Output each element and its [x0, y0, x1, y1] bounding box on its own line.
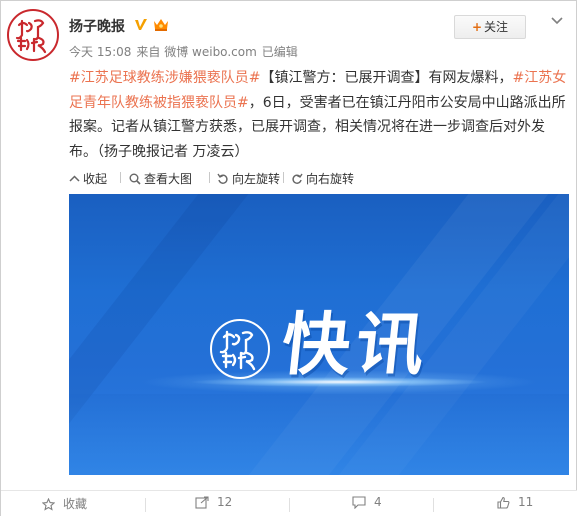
repost-button[interactable]: 12: [195, 495, 232, 515]
repost-count: 12: [217, 495, 233, 509]
view-large-button[interactable]: 查看大图: [129, 170, 192, 187]
star-icon: [41, 497, 56, 511]
divider: [120, 172, 121, 183]
post-text: #江苏足球教练涉嫌猥亵队员#【镇江警方：已展开调查】有网友爆料，#江苏女足青年队…: [69, 66, 569, 164]
weibo-post-card: 扬子晚报 今天 15:08 来自 微博 weibo.com 已编辑 + 关注 #江苏足…: [0, 0, 577, 516]
collapse-button[interactable]: 收起: [69, 170, 107, 187]
account-name[interactable]: 扬子晚报: [69, 16, 125, 36]
image-title: 快讯: [277, 306, 435, 385]
divider: [145, 498, 146, 512]
chevron-down-icon[interactable]: [550, 15, 564, 27]
rotate-right-icon: [292, 173, 303, 184]
favorite-label: 收藏: [63, 497, 88, 511]
divider: [433, 498, 434, 512]
yangzi-logo-icon: [15, 19, 47, 54]
divider: [289, 498, 290, 512]
follow-button[interactable]: + 关注: [454, 15, 526, 39]
collapse-icon: [69, 175, 80, 182]
comment-button[interactable]: 4: [352, 495, 382, 515]
topic-link[interactable]: #江苏足球教练涉嫌猥亵队员#: [69, 70, 260, 86]
favorite-button[interactable]: 收藏: [41, 495, 88, 515]
repost-icon: [195, 496, 209, 509]
like-button[interactable]: 11: [497, 495, 533, 515]
avatar[interactable]: [7, 9, 59, 61]
post-image[interactable]: 快讯: [69, 194, 569, 475]
image-floor: [69, 394, 569, 475]
like-count: 11: [518, 495, 534, 509]
divider: [283, 172, 284, 183]
comment-count: 4: [374, 495, 382, 509]
post-meta: 今天 15:08 来自 微博 weibo.com 已编辑: [69, 43, 303, 60]
verified-v-icon: [135, 19, 147, 30]
collapse-label: 收起: [83, 172, 108, 186]
rotate-left-icon: [217, 173, 228, 184]
rotate-left-button[interactable]: 向左旋转: [217, 170, 280, 187]
post-text-part: 【镇江警方：已展开调查】有网友爆料，: [260, 70, 513, 86]
yangzi-image-logo-icon: [210, 319, 270, 379]
rotate-left-label: 向左旋转: [232, 172, 281, 186]
follow-label: 关注: [484, 20, 509, 34]
divider: [209, 172, 210, 183]
crown-icon[interactable]: [152, 16, 170, 32]
rotate-right-label: 向右旋转: [306, 172, 355, 186]
comment-icon: [352, 496, 366, 510]
action-bar: 收藏 12 4 11: [1, 490, 577, 516]
post-time[interactable]: 今天 15:08: [69, 45, 131, 59]
rotate-right-button[interactable]: 向右旋转: [291, 170, 354, 187]
post-source[interactable]: 来自 微博 weibo.com: [136, 45, 256, 59]
media-toolbar: 收起 查看大图 向左旋转 向右旋转: [69, 167, 569, 189]
plus-icon: +: [471, 20, 483, 34]
edited-label[interactable]: 已编辑: [262, 45, 298, 59]
thumbs-up-icon: [497, 496, 510, 509]
magnifier-icon: [129, 173, 141, 185]
view-large-label: 查看大图: [144, 172, 193, 186]
